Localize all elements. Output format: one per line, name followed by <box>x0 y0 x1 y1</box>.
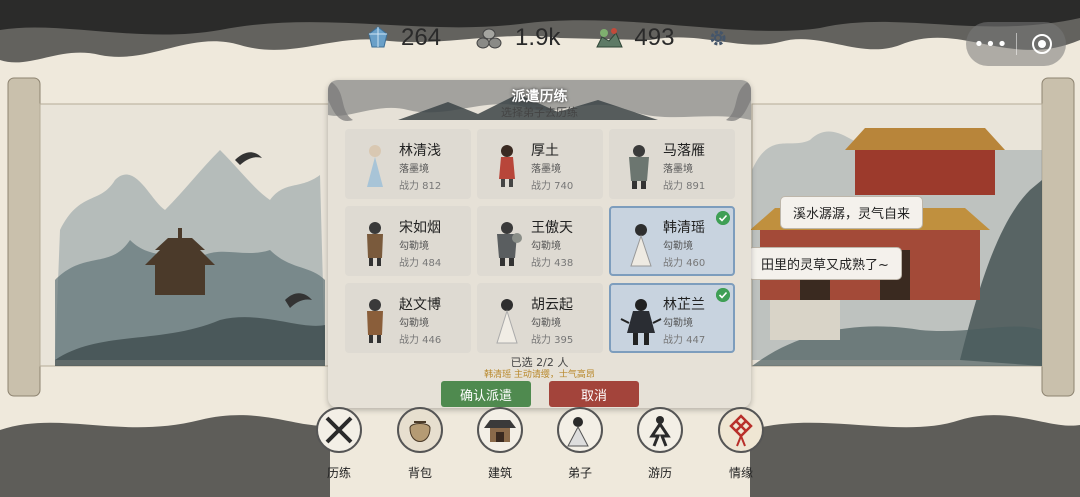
disciple-name: 赵文博 <box>399 297 441 313</box>
disciple-realm: 勾勒境 <box>531 318 561 329</box>
more-options-icon[interactable]: ••• <box>966 34 1016 55</box>
disciple-realm: 勾勒境 <box>663 241 693 252</box>
disciple-card[interactable]: 赵文博 勾勒境 战力 446 <box>345 283 471 353</box>
disciple-name: 林清浅 <box>399 143 441 159</box>
resource-value: 1.9k <box>515 24 561 51</box>
disciple-card[interactable]: 林清浅 落墨境 战力 812 <box>345 129 471 199</box>
disciple-realm: 勾勒境 <box>399 241 429 252</box>
disciple-realm: 落墨境 <box>531 164 561 175</box>
nav-item-building[interactable]: 建筑 <box>470 406 530 481</box>
disciple-portrait-icon <box>497 222 522 266</box>
disciple-power: 战力 891 <box>663 181 706 192</box>
disciple-card-selected[interactable]: 林芷兰 勾勒境 战力 447 <box>609 283 735 353</box>
nav-label: 建筑 <box>487 466 512 480</box>
gear-icon[interactable] <box>708 28 728 48</box>
disciple-grid: 林清浅 落墨境 战力 812 厚土 落墨境 战力 740 马落雁 落墨境 战力 … <box>345 129 735 353</box>
nav-label: 背包 <box>407 466 432 480</box>
nav-label: 弟子 <box>567 466 592 480</box>
disciple-portrait-icon <box>367 299 383 343</box>
disciple-portrait-icon <box>367 222 383 266</box>
selected-check-icon <box>716 288 730 302</box>
disciple-card[interactable]: 厚土 落墨境 战力 740 <box>477 129 603 199</box>
disciple-name: 韩清瑶 <box>663 220 705 236</box>
nav-label: 游历 <box>647 466 672 480</box>
resource-spirit-crystal: 264 <box>365 24 441 52</box>
disciple-power: 战力 740 <box>531 181 574 192</box>
disciple-power: 战力 447 <box>663 335 706 346</box>
cancel-button[interactable]: 取消 <box>549 381 639 407</box>
disciple-power: 战力 460 <box>663 258 706 269</box>
disciple-portrait-icon <box>496 299 518 344</box>
disciple-portrait-icon <box>629 145 649 189</box>
disciple-name: 胡云起 <box>531 297 573 313</box>
disciple-name: 宋如烟 <box>399 220 441 236</box>
disciple-realm: 勾勒境 <box>399 318 429 329</box>
disciple-realm: 勾勒境 <box>531 241 561 252</box>
disciple-card[interactable]: 王傲天 勾勒境 战力 438 <box>477 206 603 276</box>
disciple-name: 马落雁 <box>663 143 705 159</box>
resource-value: 264 <box>401 24 442 51</box>
pouch-icon <box>397 407 443 453</box>
resource-bar: 264 1.9k 493 <box>365 22 728 54</box>
wood-logs-icon <box>476 28 502 49</box>
disciple-realm: 勾勒境 <box>663 318 693 329</box>
dialog-subtitle: 选择弟子去历练 <box>501 106 578 119</box>
disciple-card[interactable]: 马落雁 落墨境 战力 891 <box>609 129 735 199</box>
disciple-portrait-icon <box>367 145 383 187</box>
disciple-card[interactable]: 宋如烟 勾勒境 战力 484 <box>345 206 471 276</box>
pavilion-icon <box>477 407 523 453</box>
confirm-dispatch-button[interactable]: 确认派遣 <box>441 381 531 407</box>
miniprogram-capsule: ••• <box>966 22 1066 66</box>
disciple-name: 厚土 <box>531 143 559 159</box>
disciple-realm: 落墨境 <box>663 164 693 175</box>
disciple-card[interactable]: 胡云起 勾勒境 战力 395 <box>477 283 603 353</box>
disciple-power: 战力 484 <box>399 258 442 269</box>
nav-item-bag[interactable]: 背包 <box>390 406 450 481</box>
dispatch-dialog: 派遣历练 选择弟子去历练 林清浅 落墨境 战力 812 厚土 落墨境 战力 74… <box>328 80 751 408</box>
npc-speech-bubble: 溪水潺潺，灵气自来 <box>780 196 924 229</box>
disciple-name: 林芷兰 <box>663 297 705 313</box>
morale-hint: 韩清瑶 主动请缨，士气高昂 <box>484 370 595 380</box>
resource-value: 493 <box>634 24 675 51</box>
resource-herb: 493 <box>594 24 674 52</box>
disciple-card-selected[interactable]: 韩清瑶 勾勒境 战力 460 <box>609 206 735 276</box>
selected-check-icon <box>716 211 730 225</box>
spirit-crystal-icon <box>368 26 388 48</box>
nav-label: 情缘 <box>728 466 753 480</box>
resource-wood: 1.9k <box>475 24 560 52</box>
disciple-realm: 落墨境 <box>399 164 429 175</box>
bottom-nav: 历练 背包 建筑 弟子 游历 情缘 <box>315 406 775 486</box>
disciple-portrait-icon <box>630 224 652 267</box>
npc-speech-bubble: 田里的灵草又成熟了~ <box>748 247 902 280</box>
love-knot-icon <box>718 407 764 453</box>
disciple-power: 战力 812 <box>399 181 442 192</box>
dialog-title: 派遣历练 <box>511 89 568 105</box>
disciple-portrait-icon <box>620 299 662 345</box>
traveler-icon <box>637 407 683 453</box>
disciple-power: 战力 395 <box>531 335 574 346</box>
disciple-power: 战力 438 <box>531 258 574 269</box>
herb-ore-icon <box>596 28 624 48</box>
nav-item-training[interactable]: 历练 <box>309 406 369 481</box>
nav-label: 历练 <box>326 466 351 480</box>
disciple-icon <box>557 407 603 453</box>
crossed-swords-icon <box>316 407 362 453</box>
nav-item-romance[interactable]: 情缘 <box>711 406 771 481</box>
nav-item-disciples[interactable]: 弟子 <box>550 406 610 481</box>
close-miniprogram-icon[interactable] <box>1017 33 1066 55</box>
disciple-name: 王傲天 <box>531 220 573 236</box>
disciple-power: 战力 446 <box>399 335 442 346</box>
disciple-portrait-icon <box>499 145 515 187</box>
nav-item-travel[interactable]: 游历 <box>630 406 690 481</box>
